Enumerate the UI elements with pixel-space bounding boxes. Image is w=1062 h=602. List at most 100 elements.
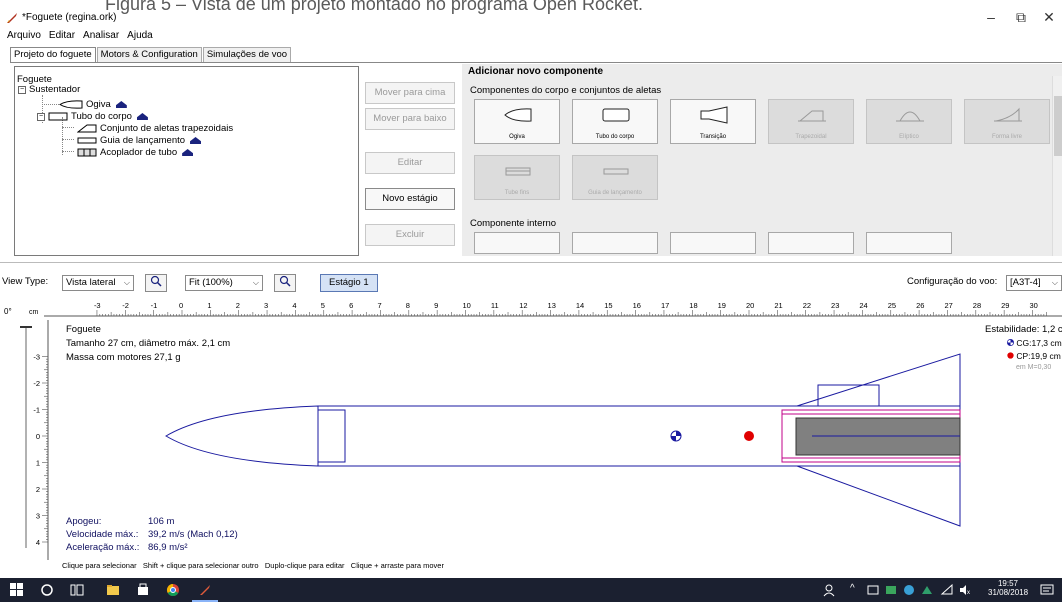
tray-app-icon[interactable] xyxy=(884,583,898,597)
ruler-tick-label: 28 xyxy=(973,301,981,310)
main-tabs: Projeto do foguete Motors & Configuratio… xyxy=(10,47,292,63)
openrocket-taskbar-icon[interactable] xyxy=(198,583,212,597)
rocket-name: Foguete xyxy=(66,324,101,335)
minimize-button[interactable]: – xyxy=(976,6,1006,28)
add-internal-component-button[interactable] xyxy=(670,232,756,254)
add-launch-lug-button[interactable]: Guia de lançamento xyxy=(572,155,658,200)
chrome-icon[interactable] xyxy=(166,583,180,597)
ruler-tick-label: 1 xyxy=(207,301,211,310)
task-view-icon[interactable] xyxy=(70,583,84,597)
ruler-tick-label: 30 xyxy=(1030,301,1038,310)
zoom-out-icon xyxy=(150,275,162,287)
flight-config-label: Configuração do voo: xyxy=(907,276,998,287)
ruler-tick-label: 7 xyxy=(377,301,381,310)
chevron-down-icon: ⌵ xyxy=(252,278,259,287)
openrocket-icon xyxy=(7,13,17,23)
fin-bottom xyxy=(796,465,961,527)
menu-file[interactable]: Arquivo xyxy=(6,30,42,44)
windows-start-icon[interactable] xyxy=(10,583,24,597)
view-type-select[interactable]: Vista lateral ⌵ xyxy=(62,275,134,291)
add-tube-fins-button[interactable]: Tube fins xyxy=(474,155,560,200)
tree-item-nosecone[interactable]: Ogiva xyxy=(59,99,127,110)
vertical-ruler-label: -2 xyxy=(33,379,40,388)
people-icon[interactable] xyxy=(822,583,836,597)
add-bodytube-button[interactable]: Tubo do corpo xyxy=(572,99,658,144)
view-toolbar: View Type: Vista lateral ⌵ Fit (100%) ⌵ Es… xyxy=(0,272,1062,298)
add-internal-component-button[interactable] xyxy=(866,232,952,254)
tray-app-icon[interactable] xyxy=(866,583,880,597)
notifications-icon[interactable] xyxy=(1040,583,1054,597)
add-nosecone-button[interactable]: Ogiva xyxy=(474,99,560,144)
menu-analyze[interactable]: Analisar xyxy=(82,30,120,44)
wifi-icon[interactable] xyxy=(940,583,954,597)
tray-app-icon[interactable] xyxy=(902,583,916,597)
add-transition-button[interactable]: Transição xyxy=(670,99,756,144)
close-button[interactable]: ✕ xyxy=(1034,6,1062,28)
chevron-down-icon: ⌵ xyxy=(1051,278,1058,287)
new-stage-button[interactable]: Novo estágio xyxy=(365,188,455,210)
split-divider[interactable] xyxy=(0,262,1062,263)
tree-item-fins[interactable]: Conjunto de aletas trapezoidais xyxy=(77,123,233,134)
menu-edit[interactable]: Editar xyxy=(48,30,76,44)
add-internal-component-button[interactable] xyxy=(572,232,658,254)
panel-scrollbar[interactable] xyxy=(1052,76,1062,256)
ruler-tick-label: 23 xyxy=(831,301,839,310)
tree-item-stage[interactable]: − Sustentador xyxy=(18,84,80,95)
move-down-button[interactable]: Mover para baixo xyxy=(365,108,455,130)
tab-simulations[interactable]: Simulações de voo xyxy=(202,47,292,63)
tray-chevron-up-icon[interactable]: ^ xyxy=(850,583,855,594)
add-internal-component-button[interactable] xyxy=(474,232,560,254)
rocket-figure-view[interactable]: 0° cm -3 -2 -1 0 1 2 3 4 5 6 7 8 9 10 11 12 13 14 15 16 17 18 19… xyxy=(0,298,1062,560)
ruler-tick-label: 12 xyxy=(519,301,527,310)
clock-time: 19:57 xyxy=(997,579,1019,588)
rotation-slider[interactable] xyxy=(20,326,32,548)
delete-button[interactable]: Excluir xyxy=(365,224,455,246)
tree-item-bodytube[interactable]: − Tubo do corpo xyxy=(37,111,148,122)
zoom-select[interactable]: Fit (100%) ⌵ xyxy=(185,275,263,291)
tree-item-launch-lug[interactable]: Guia de lançamento xyxy=(77,135,202,146)
component-tree[interactable]: Foguete − Sustentador Ogiva − Tubo do co… xyxy=(14,66,359,256)
tab-motors-config[interactable]: Motors & Configuration xyxy=(96,47,202,63)
add-elliptical-fin-button[interactable]: Elíptico xyxy=(866,99,952,144)
zoom-in-button[interactable] xyxy=(274,274,296,292)
add-trapezoidal-fin-button[interactable]: Trapezoidal xyxy=(768,99,854,144)
add-freeform-fin-button[interactable]: Forma livre xyxy=(964,99,1050,144)
vertical-ruler-label: -3 xyxy=(33,353,40,362)
move-up-button[interactable]: Mover para cima xyxy=(365,82,455,104)
tray-app-icon[interactable] xyxy=(920,583,934,597)
mass-marker-icon xyxy=(190,137,202,144)
cp-readout: CP:19,9 cm xyxy=(1007,351,1061,361)
scrollbar-thumb[interactable] xyxy=(1054,96,1062,156)
tab-rocket-design[interactable]: Projeto do foguete xyxy=(10,47,96,63)
collapse-icon[interactable]: − xyxy=(18,85,26,94)
nosecone-icon xyxy=(504,108,532,122)
tree-item-coupler[interactable]: Acoplador de tubo xyxy=(77,147,194,158)
zoom-out-button[interactable] xyxy=(145,274,167,292)
collapse-icon[interactable]: − xyxy=(37,112,45,121)
add-internal-component-button[interactable] xyxy=(768,232,854,254)
edit-button[interactable]: Editar xyxy=(365,152,455,174)
vertical-ruler-label: -1 xyxy=(33,406,40,415)
search-icon[interactable] xyxy=(40,583,54,597)
mass-marker-icon xyxy=(136,113,148,120)
restore-button[interactable]: ⧉ xyxy=(1006,6,1036,28)
motor-mount xyxy=(781,409,961,463)
store-icon[interactable] xyxy=(136,583,150,597)
flight-config-select[interactable]: [A3T-4] ⌵ xyxy=(1006,275,1062,291)
body-components-label: Componentes do corpo e conjuntos de alet… xyxy=(470,85,662,96)
ruler-tick-label: -3 xyxy=(94,301,101,310)
launch-lug-icon xyxy=(603,168,629,175)
ruler-tick-label: 17 xyxy=(661,301,669,310)
stage-1-button[interactable]: Estágio 1 xyxy=(320,274,378,292)
ruler-tick-label: 5 xyxy=(321,301,325,310)
window-title: *Foguete (regina.ork) xyxy=(22,12,117,23)
rotation-angle-label: 0° xyxy=(4,307,12,316)
menu-help[interactable]: Ajuda xyxy=(126,30,154,44)
ruler-tick-label: 22 xyxy=(803,301,811,310)
file-explorer-icon[interactable] xyxy=(106,583,120,597)
clock[interactable]: 19:57 31/08/2018 xyxy=(988,579,1028,597)
volume-icon[interactable]: x xyxy=(958,583,972,597)
ruler-tick-label: 18 xyxy=(689,301,697,310)
ruler-tick-label: 6 xyxy=(349,301,353,310)
max-acceleration-value: 86,9 m/s² xyxy=(148,542,188,553)
